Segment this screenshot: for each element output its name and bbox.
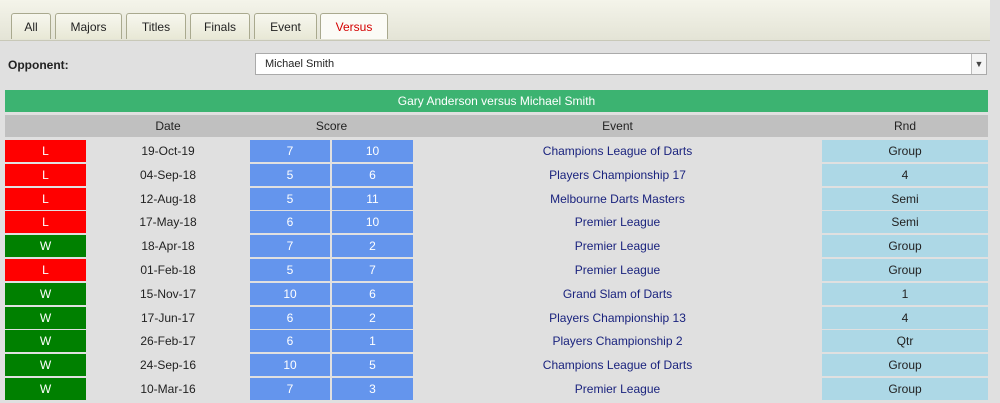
opponent-select[interactable]: Michael Smith ▼ [255, 53, 987, 75]
match-date: 12-Aug-18 [139, 191, 197, 206]
result-badge: L [5, 163, 86, 186]
match-date: 18-Apr-18 [141, 239, 195, 254]
match-date: 04-Sep-18 [139, 167, 197, 182]
result-badge: L [5, 211, 86, 234]
round-cell: Group [822, 140, 988, 162]
result-badge: L [5, 259, 86, 281]
column-rnd: Rnd [893, 119, 916, 133]
score-anderson: 6 [250, 211, 330, 234]
event-link[interactable]: Players Championship 2 [413, 330, 822, 352]
score-anderson: 7 [250, 140, 330, 162]
event-link[interactable]: Champions League of Darts [413, 140, 822, 162]
match-date: 01-Feb-18 [140, 263, 196, 277]
chevron-down-icon[interactable]: ▼ [971, 54, 986, 74]
event-link[interactable]: Players Championship 17 [413, 164, 822, 186]
score-smith: 5 [332, 354, 413, 377]
tab-finals[interactable]: Finals [190, 13, 250, 39]
result-badge: L [5, 140, 86, 162]
result-badge: W [5, 306, 86, 329]
table-row: L 04-Sep-18 5 6 Players Championship 17 4 [5, 163, 988, 186]
score-anderson: 10 [250, 282, 330, 305]
table-row: W 17-Jun-17 6 2 Players Championship 13 4 [5, 306, 988, 329]
score-smith: 10 [332, 211, 413, 234]
event-link[interactable]: Premier League [413, 259, 822, 281]
table-row: L 17-May-18 6 10 Premier League Semi [5, 211, 988, 234]
matchup-title: Gary Anderson versus Michael Smith [5, 90, 988, 112]
score-anderson: 7 [250, 378, 330, 400]
column-score: Score [315, 119, 348, 133]
score-anderson: 6 [250, 330, 330, 353]
score-smith: 2 [332, 306, 413, 329]
opponent-selected-value: Michael Smith [265, 58, 335, 70]
column-event: Event [602, 119, 633, 133]
match-date: 24-Sep-16 [139, 358, 197, 373]
score-smith: 3 [332, 378, 413, 400]
round-cell: Group [822, 235, 988, 258]
round-cell: Group [822, 378, 988, 400]
score-smith: 11 [332, 187, 413, 210]
match-date: 15-Nov-17 [139, 286, 197, 301]
tab-versus[interactable]: Versus [320, 13, 388, 39]
result-badge: W [5, 354, 86, 377]
column-date: Date [155, 119, 181, 133]
match-date: 26-Feb-17 [140, 334, 196, 349]
score-smith: 6 [332, 163, 413, 186]
round-cell: Semi [822, 211, 988, 234]
event-link[interactable]: Players Championship 13 [413, 307, 822, 329]
round-cell: 4 [822, 163, 988, 186]
result-badge: W [5, 282, 86, 305]
opponent-label: Opponent: [8, 58, 69, 72]
match-date: 10-Mar-16 [140, 382, 196, 396]
score-smith: 7 [332, 259, 413, 281]
match-date: 17-Jun-17 [140, 310, 196, 325]
round-cell: Group [822, 259, 988, 281]
result-badge: L [5, 187, 86, 210]
score-smith: 6 [332, 282, 413, 305]
score-smith: 2 [332, 235, 413, 258]
table-row: W 24-Sep-16 10 5 Champions League of Darts Gr… [5, 354, 988, 377]
result-badge: W [5, 378, 86, 400]
tab-titles[interactable]: Titles [126, 13, 186, 39]
score-anderson: 5 [250, 187, 330, 210]
round-cell: 4 [822, 306, 988, 329]
table-row: L 12-Aug-18 5 11 Melbourne Darts Masters Semi [5, 187, 988, 210]
column-header-row: Date Score Event Rnd [5, 115, 988, 137]
round-cell: Qtr [822, 330, 988, 353]
score-smith: 10 [332, 140, 413, 162]
score-anderson: 5 [250, 163, 330, 186]
tab-majors[interactable]: Majors [55, 13, 122, 39]
round-cell: 1 [822, 282, 988, 305]
round-cell: Group [822, 354, 988, 377]
result-badge: W [5, 330, 86, 353]
table-row: L 19-Oct-19 7 10 Champions League of Darts Gr… [5, 140, 988, 162]
event-link[interactable]: Premier League [413, 378, 822, 400]
tab-bar: All Majors Titles Finals Event Versus [0, 0, 990, 41]
table-row: W 26-Feb-17 6 1 Players Championship 2 Qtr [5, 330, 988, 353]
score-anderson: 6 [250, 306, 330, 329]
score-anderson: 7 [250, 235, 330, 258]
score-anderson: 10 [250, 354, 330, 377]
match-date: 19-Oct-19 [141, 144, 195, 158]
table-row: W 10-Mar-16 7 3 Premier League Group [5, 378, 988, 400]
tab-event[interactable]: Event [254, 13, 317, 39]
result-badge: W [5, 235, 86, 258]
event-link[interactable]: Grand Slam of Darts [413, 283, 822, 305]
event-link[interactable]: Premier League [413, 211, 822, 233]
score-anderson: 5 [250, 259, 330, 281]
event-link[interactable]: Champions League of Darts [413, 354, 822, 376]
event-link[interactable]: Premier League [413, 235, 822, 257]
table-row: W 18-Apr-18 7 2 Premier League Group [5, 235, 988, 258]
match-date: 17-May-18 [139, 215, 197, 230]
event-link[interactable]: Melbourne Darts Masters [413, 188, 822, 210]
table-row: W 15-Nov-17 10 6 Grand Slam of Darts 1 [5, 282, 988, 305]
round-cell: Semi [822, 187, 988, 210]
table-row: L 01-Feb-18 5 7 Premier League Group [5, 259, 988, 281]
score-smith: 1 [332, 330, 413, 353]
tab-all[interactable]: All [11, 13, 51, 39]
